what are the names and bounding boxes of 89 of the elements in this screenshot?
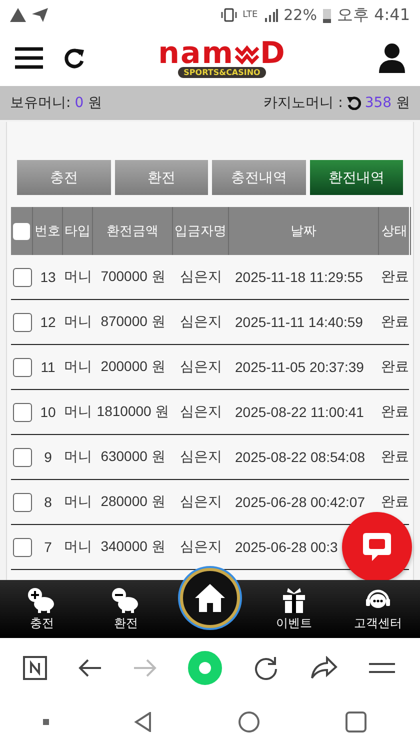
- refresh-button[interactable]: [62, 46, 86, 70]
- n-icon[interactable]: [23, 656, 48, 680]
- table-cell: 8: [44, 494, 52, 510]
- speech-bubble-icon: [360, 530, 394, 564]
- column-header: 타입: [64, 223, 90, 240]
- nav-item[interactable]: 환전: [84, 580, 168, 638]
- table-cell: 1810000 원: [96, 403, 170, 421]
- table-cell: 11: [40, 359, 56, 375]
- back-button[interactable]: [134, 712, 152, 732]
- tab[interactable]: 환전내역: [310, 160, 403, 195]
- table-cell: 완료: [381, 448, 409, 466]
- table-cell: 심은지: [180, 313, 222, 331]
- table-cell: 심은지: [180, 448, 222, 466]
- piggy-minus-icon: [111, 586, 141, 612]
- table-cell: 870000 원: [100, 313, 166, 331]
- warning-icon: [10, 8, 26, 22]
- table-cell: 2025-08-22 08:54:08: [235, 449, 365, 465]
- house-icon: [194, 583, 226, 613]
- table-cell: 머니: [64, 268, 92, 286]
- send-icon: [32, 8, 48, 22]
- table-cell: 머니: [64, 403, 92, 421]
- menu-button[interactable]: [14, 46, 44, 70]
- row-checkbox[interactable]: [12, 448, 32, 466]
- table-cell: 200000 원: [100, 358, 166, 376]
- table-cell: 완료: [381, 358, 409, 376]
- piggy-plus-icon: [27, 586, 57, 612]
- table-cell: 심은지: [180, 268, 222, 286]
- nav-item[interactable]: 충전: [0, 580, 84, 638]
- signal-icon: [264, 8, 278, 22]
- row-checkbox[interactable]: [12, 538, 32, 556]
- refresh-button[interactable]: [346, 96, 361, 110]
- home-button[interactable]: [180, 568, 240, 628]
- table-cell: 2025-06-28 00:42:07: [235, 494, 365, 510]
- row-checkbox[interactable]: [12, 358, 32, 376]
- column-header: 날짜: [290, 223, 316, 240]
- table-cell: 머니: [64, 313, 92, 331]
- user-button[interactable]: [378, 43, 406, 73]
- table-cell: 심은지: [180, 358, 222, 376]
- battery-icon: [322, 8, 331, 22]
- table-cell: 심은지: [180, 538, 222, 556]
- share-button[interactable]: [310, 656, 338, 680]
- table-cell: 7: [44, 539, 52, 555]
- table-cell: 630000 원: [100, 448, 166, 466]
- table-cell: 10: [40, 404, 56, 420]
- table-cell: 340000 원: [100, 538, 166, 556]
- table-cell: 완료: [381, 403, 409, 421]
- select-all-checkbox[interactable]: [13, 222, 30, 240]
- back-button[interactable]: [78, 658, 102, 678]
- table-cell: 머니: [64, 358, 92, 376]
- table-cell: 머니: [64, 538, 92, 556]
- row-checkbox[interactable]: [12, 312, 32, 332]
- table-cell: 머니: [64, 493, 92, 511]
- network-type: LTE: [242, 10, 258, 20]
- battery-percent: 22%: [284, 6, 317, 24]
- table-cell: 700000 원: [100, 268, 166, 286]
- table-cell: 완료: [381, 268, 409, 286]
- nav-item[interactable]: 이벤트: [252, 580, 336, 638]
- table-cell: 심은지: [180, 403, 222, 421]
- table-cell: 13: [40, 269, 56, 285]
- casino-money-value: 358 원: [364, 94, 410, 112]
- vibrate-icon: [220, 8, 237, 22]
- table-cell: 심은지: [180, 493, 222, 511]
- table-cell: 2025-08-22 11:00:41: [235, 404, 364, 420]
- gift-icon: [281, 586, 307, 612]
- row-checkbox[interactable]: [12, 492, 32, 512]
- column-header: 상태: [382, 223, 408, 240]
- column-header: 환전금액: [106, 223, 158, 240]
- clock: 오후 4:41: [336, 4, 410, 26]
- column-header: 번호: [34, 223, 60, 240]
- table-cell: 2025-11-11 14:40:59: [235, 314, 363, 330]
- table-cell: 머니: [64, 448, 92, 466]
- reload-button[interactable]: [252, 655, 279, 681]
- table-cell: 완료: [381, 493, 409, 511]
- menu-button[interactable]: [368, 661, 396, 675]
- table-cell: 2025-06-28 00:3: [235, 539, 338, 555]
- row-checkbox[interactable]: [12, 402, 32, 422]
- table-cell: 12: [40, 314, 56, 330]
- holding-money-label: 보유머니:: [10, 94, 71, 112]
- table-cell: 완료: [381, 313, 409, 331]
- table-cell: 2025-11-05 20:37:39: [235, 359, 364, 375]
- nav-item[interactable]: 고객센터: [336, 580, 420, 638]
- table-cell: 9: [44, 449, 52, 465]
- recents-button[interactable]: [345, 711, 368, 733]
- table-cell: 280000 원: [100, 493, 166, 511]
- table-cell: 2025-11-18 11:29:55: [235, 269, 363, 285]
- row-checkbox[interactable]: [12, 268, 32, 286]
- casino-money-label: 카지노머니 :: [264, 94, 343, 112]
- column-header: 입금자명: [174, 223, 226, 240]
- holding-money-value: 0 원: [74, 94, 102, 112]
